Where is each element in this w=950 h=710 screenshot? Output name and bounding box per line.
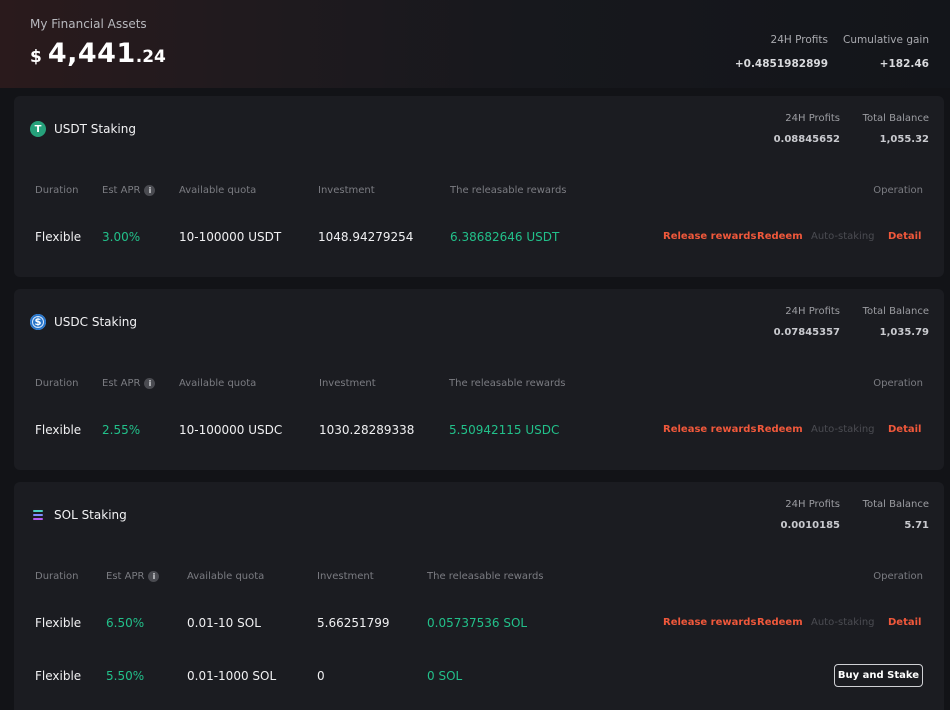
detail-button[interactable]: Detail — [888, 231, 921, 242]
card-title: USDC Staking — [54, 315, 138, 329]
col-apr: Est APR i — [102, 185, 156, 196]
row-investment: 0 — [317, 669, 325, 683]
auto-staking-button[interactable]: Auto-staking — [811, 424, 875, 435]
col-operation: Operation — [873, 378, 923, 389]
row-duration: Flexible — [35, 669, 82, 683]
col-duration: Duration — [35, 185, 79, 196]
usdc-staking-card: $ USDC Staking 24H Profits 0.07845357 To… — [14, 289, 944, 470]
redeem-button[interactable]: Redeem — [757, 617, 803, 628]
row-duration: Flexible — [35, 616, 82, 630]
profits-24h-value: +0.4851982899 — [734, 58, 828, 70]
row-apr: 2.55% — [102, 423, 141, 437]
row-rewards: 0 SOL — [427, 669, 463, 683]
col-apr-label: Est APR — [106, 571, 145, 582]
usdc-icon: $ — [30, 314, 46, 330]
card-profits-value: 0.08845652 — [773, 134, 840, 145]
col-operation: Operation — [873, 571, 923, 582]
row-quota: 10-100000 USDT — [179, 230, 282, 244]
info-icon[interactable]: i — [148, 571, 160, 582]
row-apr: 3.00% — [102, 230, 141, 244]
buy-and-stake-button[interactable]: Buy and Stake — [834, 664, 923, 687]
col-rewards: The releasable rewards — [449, 378, 566, 389]
release-rewards-button[interactable]: Release rewards — [663, 424, 756, 435]
card-profits-stat: 24H Profits 0.07845357 — [774, 306, 840, 338]
col-apr-label: Est APR — [102, 378, 141, 389]
row-quota: 10-100000 USDC — [179, 423, 283, 437]
card-balance-stat: Total Balance 1,055.32 — [863, 113, 929, 145]
card-header: SOL Staking — [30, 507, 127, 523]
col-quota: Available quota — [187, 571, 265, 582]
usdt-staking-card: T USDT Staking 24H Profits 0.08845652 To… — [14, 96, 944, 277]
col-quota: Available quota — [179, 378, 257, 389]
row-apr: 5.50% — [106, 669, 145, 683]
row-investment: 1048.94279254 — [318, 230, 414, 244]
release-rewards-button[interactable]: Release rewards — [663, 617, 756, 628]
card-profits-label: 24H Profits — [785, 306, 840, 317]
card-profits-value: 0.0010185 — [780, 520, 840, 531]
release-rewards-button[interactable]: Release rewards — [663, 231, 756, 242]
info-icon[interactable]: i — [144, 185, 156, 196]
card-balance-stat: Total Balance 1,035.79 — [863, 306, 929, 338]
assets-summary: My Financial Assets $ 4,441 .24 24H Prof… — [0, 0, 950, 88]
amount-integer: 4,441 — [47, 38, 136, 69]
cumulative-gain-stat: Cumulative gain +182.46 — [843, 34, 929, 70]
col-apr: Est APR i — [106, 571, 160, 582]
row-quota: 0.01-1000 SOL — [187, 669, 277, 683]
col-quota: Available quota — [179, 185, 257, 196]
row-investment: 1030.28289338 — [319, 423, 415, 437]
col-duration: Duration — [35, 571, 79, 582]
amount-decimal: .24 — [135, 47, 166, 67]
col-operation: Operation — [873, 185, 923, 196]
card-header: T USDT Staking — [30, 121, 136, 137]
redeem-button[interactable]: Redeem — [757, 231, 803, 242]
info-icon[interactable]: i — [144, 378, 156, 389]
card-profits-label: 24H Profits — [785, 499, 840, 510]
total-assets-amount: $ 4,441 .24 — [30, 38, 166, 69]
col-apr: Est APR i — [102, 378, 156, 389]
row-rewards: 6.38682646 USDT — [450, 230, 560, 244]
card-header: $ USDC Staking — [30, 314, 137, 330]
row-investment: 5.66251799 — [317, 616, 390, 630]
col-apr-label: Est APR — [102, 185, 141, 196]
card-profits-value: 0.07845357 — [773, 327, 840, 338]
card-title: SOL Staking — [54, 508, 127, 522]
card-balance-value: 1,055.32 — [879, 134, 929, 145]
card-balance-value: 5.71 — [904, 520, 929, 531]
col-investment: Investment — [317, 571, 374, 582]
col-investment: Investment — [319, 378, 376, 389]
row-duration: Flexible — [35, 423, 82, 437]
auto-staking-button[interactable]: Auto-staking — [811, 231, 875, 242]
card-title: USDT Staking — [54, 122, 136, 136]
detail-button[interactable]: Detail — [888, 617, 921, 628]
redeem-button[interactable]: Redeem — [757, 424, 803, 435]
row-rewards: 5.50942115 USDC — [449, 423, 560, 437]
usdt-icon: T — [30, 121, 46, 137]
card-balance-label: Total Balance — [862, 113, 929, 124]
col-duration: Duration — [35, 378, 79, 389]
card-balance-label: Total Balance — [862, 499, 929, 510]
auto-staking-button[interactable]: Auto-staking — [811, 617, 875, 628]
row-duration: Flexible — [35, 230, 82, 244]
card-balance-stat: Total Balance 5.71 — [863, 499, 929, 531]
sol-icon — [30, 507, 46, 523]
sol-staking-card: SOL Staking 24H Profits 0.0010185 Total … — [14, 482, 944, 710]
card-profits-label: 24H Profits — [785, 113, 840, 124]
card-profits-stat: 24H Profits 0.08845652 — [774, 113, 840, 145]
row-apr: 6.50% — [106, 616, 145, 630]
card-balance-label: Total Balance — [862, 306, 929, 317]
assets-title: My Financial Assets — [30, 17, 147, 31]
card-balance-value: 1,035.79 — [879, 327, 929, 338]
col-investment: Investment — [318, 185, 375, 196]
col-rewards: The releasable rewards — [450, 185, 567, 196]
currency-symbol: $ — [30, 47, 42, 67]
card-profits-stat: 24H Profits 0.0010185 — [781, 499, 840, 531]
cumulative-gain-value: +182.46 — [879, 58, 929, 70]
row-quota: 0.01-10 SOL — [187, 616, 261, 630]
profits-24h-label: 24H Profits — [770, 34, 828, 46]
cumulative-gain-label: Cumulative gain — [843, 34, 929, 46]
col-rewards: The releasable rewards — [427, 571, 544, 582]
detail-button[interactable]: Detail — [888, 424, 921, 435]
row-rewards: 0.05737536 SOL — [427, 616, 528, 630]
profits-24h-stat: 24H Profits +0.4851982899 — [735, 34, 828, 70]
